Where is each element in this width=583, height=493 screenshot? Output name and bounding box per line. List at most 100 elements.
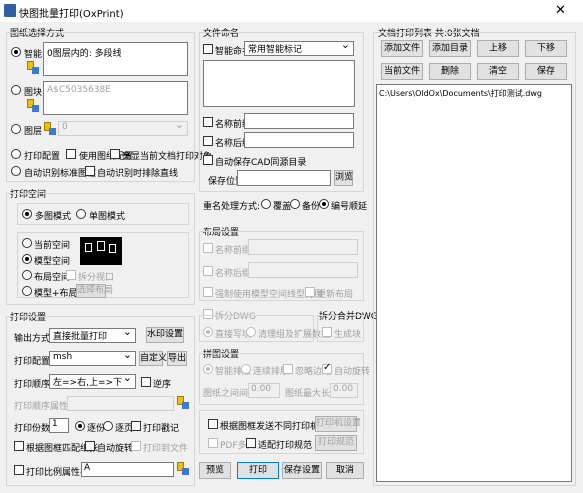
radio-block-label: 图块 [24, 88, 43, 98]
label-update-layout: 更新布局 [317, 290, 354, 300]
radio-model-layout[interactable] [22, 286, 32, 296]
move-up-button[interactable]: 上移 [477, 40, 519, 57]
current-file-button[interactable]: 当前文件 [381, 63, 423, 80]
radio-overwrite[interactable] [261, 199, 271, 209]
checkbox-layout-suffix[interactable] [203, 266, 213, 276]
radio-auto-frame[interactable] [11, 166, 21, 176]
radio-smart-arrange[interactable] [203, 364, 213, 374]
checkbox-force-scale[interactable] [203, 287, 213, 297]
radio-number-seq[interactable] [319, 199, 329, 209]
select-layout-button[interactable]: 选择布局 [76, 284, 113, 298]
app-logo-icon [4, 4, 16, 17]
suffix-input[interactable] [244, 132, 354, 148]
cancel-button[interactable]: 取消 [326, 462, 364, 479]
radio-current-space[interactable] [22, 238, 32, 248]
naming-text-area[interactable] [203, 60, 355, 107]
smart-naming-select[interactable]: 常用智能标记 [244, 41, 354, 56]
radio-multi-mode[interactable] [22, 209, 32, 219]
radio-layout-space[interactable] [22, 270, 32, 280]
pick-layer-icon[interactable] [43, 122, 57, 136]
spacing-input[interactable]: 0.00 [248, 383, 280, 398]
checkbox-highlight[interactable] [110, 149, 120, 159]
output-select[interactable]: 直接批量打印 [49, 328, 136, 343]
checkbox-pdf-multi[interactable] [208, 438, 218, 448]
checkbox-print-to-file[interactable] [131, 441, 141, 451]
pick-order-attr-icon[interactable] [176, 396, 190, 410]
print-spec-button[interactable]: 打印规范 [315, 435, 357, 451]
checkbox-reverse[interactable] [141, 377, 151, 387]
label-print-to-file: 打印到文件 [143, 444, 189, 454]
layout-suffix-input[interactable] [248, 262, 358, 278]
smart-text-area[interactable]: 0图层内的: 多段线 [43, 42, 188, 76]
checkbox-gen-block[interactable] [322, 327, 332, 337]
label-rename: 重名处理方式: [203, 202, 261, 212]
radio-layer[interactable] [11, 124, 21, 134]
checkbox-scale-attr[interactable] [14, 465, 24, 475]
title-bar: 快图批量打印(OxPrint) ✕ [0, 0, 583, 22]
radio-continuous-arrange[interactable] [241, 364, 251, 374]
radio-model-space[interactable] [22, 254, 32, 264]
radio-backup[interactable] [290, 199, 300, 209]
checkbox-send-by-size[interactable] [208, 419, 218, 429]
checkbox-match-paper[interactable] [14, 441, 24, 451]
checkbox-layout-prefix[interactable] [203, 243, 213, 253]
checkbox-exclude-lines[interactable] [85, 166, 95, 176]
save-settings-button[interactable]: 保存设置 [282, 462, 322, 479]
preview-button[interactable]: 预览 [199, 462, 231, 479]
radio-clean[interactable] [246, 327, 256, 337]
label-output: 输出方式 [14, 334, 51, 344]
list-item[interactable]: C:\Users\OldOx\Documents\打印测试.dwg [379, 88, 542, 99]
custom-button[interactable]: 自定义 [139, 351, 167, 366]
doc-list[interactable]: C:\Users\OldOx\Documents\打印测试.dwg [376, 84, 572, 482]
layer-select[interactable]: 0 [58, 121, 188, 136]
save-location-input[interactable] [237, 170, 331, 186]
checkbox-suffix[interactable] [203, 136, 213, 146]
scale-attr-input[interactable]: A [81, 462, 174, 477]
close-icon[interactable]: ✕ [555, 3, 566, 18]
print-config-select[interactable]: msh [49, 351, 136, 366]
clear-button[interactable]: 清空 [477, 63, 519, 80]
move-down-button[interactable]: 下移 [525, 40, 567, 57]
label-print-order: 打印顺序 [14, 380, 51, 390]
pick-scale-attr-icon[interactable] [176, 462, 190, 476]
watermark-button[interactable]: 水印设置 [146, 327, 184, 343]
browse-button[interactable]: 浏览 [334, 170, 353, 186]
checkbox-arrange-rotate[interactable] [322, 362, 332, 374]
radio-single-mode[interactable] [76, 209, 86, 219]
checkbox-fit-printer[interactable] [246, 438, 256, 448]
radio-by-copy[interactable] [75, 421, 85, 431]
label-reverse: 逆序 [153, 380, 172, 390]
layout-prefix-input[interactable] [248, 239, 358, 255]
radio-print-config[interactable] [11, 149, 21, 159]
checkbox-update-layout[interactable] [305, 287, 315, 297]
add-file-button[interactable]: 添加文件 [381, 40, 423, 57]
delete-button[interactable]: 删除 [429, 63, 471, 80]
print-order-select[interactable]: 左=>右,上=>下 [49, 374, 136, 389]
checkbox-use-drawing-config[interactable] [66, 149, 76, 159]
max-length-input[interactable]: 0.00 [330, 383, 358, 398]
add-folder-button[interactable]: 添加目录 [429, 40, 471, 57]
radio-direct-write[interactable] [203, 327, 213, 337]
order-attr-input[interactable] [67, 396, 174, 411]
label-send-by-size: 根据图框发送不同打印机 [220, 422, 320, 432]
checkbox-prefix[interactable] [203, 117, 213, 127]
checkbox-auto-save[interactable] [203, 155, 213, 165]
checkbox-auto-rotate[interactable] [85, 441, 95, 451]
save-list-button[interactable]: 保存 [525, 63, 567, 80]
radio-by-page[interactable] [103, 421, 113, 431]
prefix-input[interactable] [244, 113, 354, 129]
block-text-area[interactable]: A$C5035638E [43, 81, 188, 115]
printer-settings-button[interactable]: 打印机设置 [315, 416, 361, 432]
label-stamp: 打印戳记 [143, 424, 180, 434]
checkbox-split-viewport[interactable] [66, 270, 76, 280]
checkbox-smart-naming[interactable] [203, 44, 213, 54]
pick-block-icon[interactable] [26, 99, 40, 113]
export-button[interactable]: 导出 [167, 351, 187, 366]
print-button[interactable]: 打印 [237, 462, 279, 479]
copies-input[interactable]: 1 [49, 418, 69, 433]
checkbox-stamp[interactable] [131, 421, 141, 431]
pick-icon[interactable] [26, 61, 40, 75]
radio-smart[interactable] [11, 47, 21, 57]
checkbox-ignore-margin[interactable] [283, 364, 293, 374]
radio-block[interactable] [11, 85, 21, 95]
